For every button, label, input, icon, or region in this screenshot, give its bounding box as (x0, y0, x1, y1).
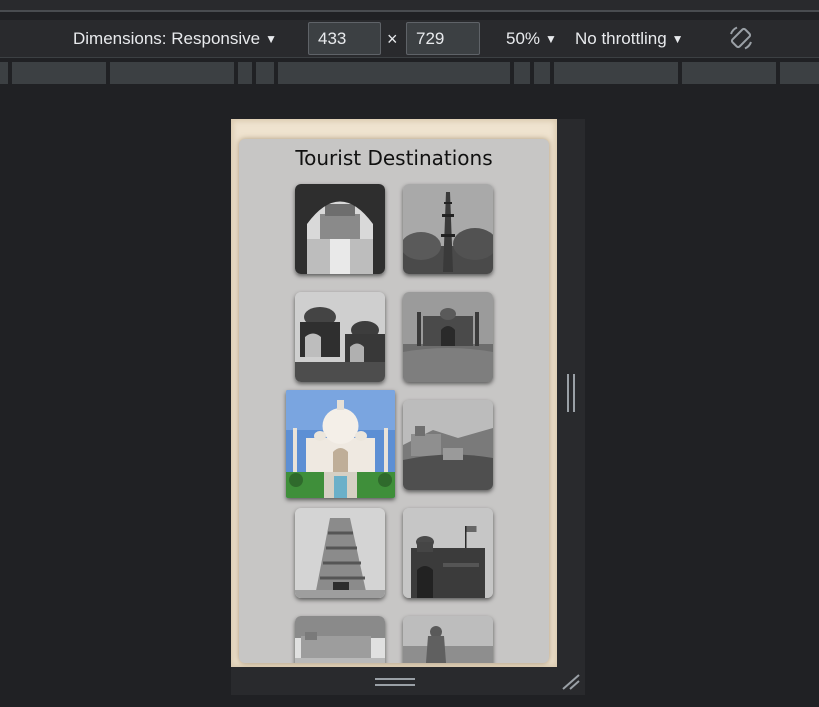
thumbnail-desert-fort[interactable] (295, 616, 385, 663)
zoom-dropdown[interactable]: 50% ▼ (506, 29, 557, 49)
page-title: Tourist Destinations (295, 146, 493, 170)
rotate-device-icon[interactable] (727, 24, 755, 52)
gallery-panel: Tourist Destinations (239, 139, 549, 663)
thumbnail-cenotaphs[interactable] (295, 292, 385, 382)
thumbnail-hill-fort[interactable] (403, 400, 493, 490)
corner-resize-icon[interactable] (561, 673, 581, 691)
width-input[interactable]: 433 (308, 22, 381, 55)
dimensions-dropdown[interactable]: Dimensions: Responsive ▼ (73, 29, 277, 49)
thumbnail-palace-arch[interactable] (295, 184, 385, 274)
caret-down-icon: ▼ (545, 32, 557, 46)
thumbnail-minaret-tower[interactable] (403, 184, 493, 274)
caret-down-icon: ▼ (265, 32, 277, 46)
devtools-top-strip (0, 0, 819, 12)
thumbnail-temple-gopuram[interactable] (295, 508, 385, 598)
media-query-bar[interactable] (0, 60, 819, 85)
resize-handle-horizontal-icon[interactable] (375, 677, 415, 687)
throttling-dropdown[interactable]: No throttling ▼ (575, 29, 684, 49)
thumbnail-mosque[interactable] (403, 292, 493, 382)
thumbnail-statue[interactable] (403, 616, 493, 663)
resize-handle-vertical-icon[interactable] (566, 374, 576, 412)
height-input[interactable]: 729 (406, 22, 480, 55)
device-viewport: Tourist Destinations (231, 119, 557, 667)
thumbnail-red-fort[interactable] (403, 508, 493, 598)
dimensions-label: Dimensions: Responsive (73, 29, 261, 48)
thumbnail-taj-mahal-hovered[interactable] (286, 390, 395, 498)
device-toolbar: Dimensions: Responsive ▼ 433 × 729 50% ▼… (0, 20, 819, 58)
throttling-label: No throttling (575, 29, 667, 48)
divider (0, 10, 819, 12)
caret-down-icon: ▼ (671, 32, 684, 46)
zoom-label: 50% (506, 29, 541, 48)
times-sign: × (387, 29, 398, 49)
